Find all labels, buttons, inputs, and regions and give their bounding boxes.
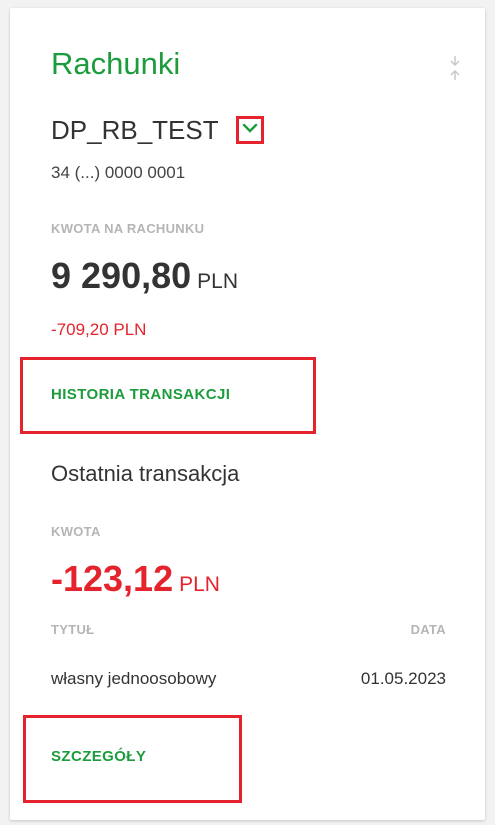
account-name: DP_RB_TEST (51, 115, 219, 145)
chevron-down-icon (242, 121, 258, 139)
transaction-history-link[interactable]: HISTORIA TRANSAKCJI (51, 386, 230, 403)
tx-title-value: własny jednoosobowy (51, 669, 217, 688)
account-select-toggle[interactable] (236, 116, 264, 144)
tx-date-label: DATA (410, 622, 446, 637)
balance-currency: PLN (197, 270, 238, 293)
tx-amount-currency: PLN (179, 573, 220, 596)
balance-difference: -709,20 PLN (51, 320, 147, 339)
widget-title: Rachunki (51, 46, 181, 81)
details-link[interactable]: SZCZEGÓŁY (51, 748, 146, 765)
tx-amount-label: KWOTA (51, 524, 101, 539)
account-balance: 9 290,80 PLN (51, 255, 238, 297)
last-transaction-heading: Ostatnia transakcja (51, 461, 240, 486)
accounts-widget: Rachunki DP_RB_TEST 34 (...) 0000 0001 K… (10, 8, 485, 820)
drag-handle-icon[interactable] (448, 54, 462, 82)
last-transaction-amount: -123,12 PLN (51, 558, 220, 600)
tx-date-value: 01.05.2023 (360, 669, 446, 688)
account-number: 34 (...) 0000 0001 (51, 163, 186, 182)
balance-amount: 9 290,80 (51, 255, 192, 296)
tx-amount-value: -123,12 (51, 558, 174, 599)
tx-title-label: TYTUŁ (51, 622, 95, 637)
balance-label: KWOTA NA RACHUNKU (51, 221, 205, 236)
